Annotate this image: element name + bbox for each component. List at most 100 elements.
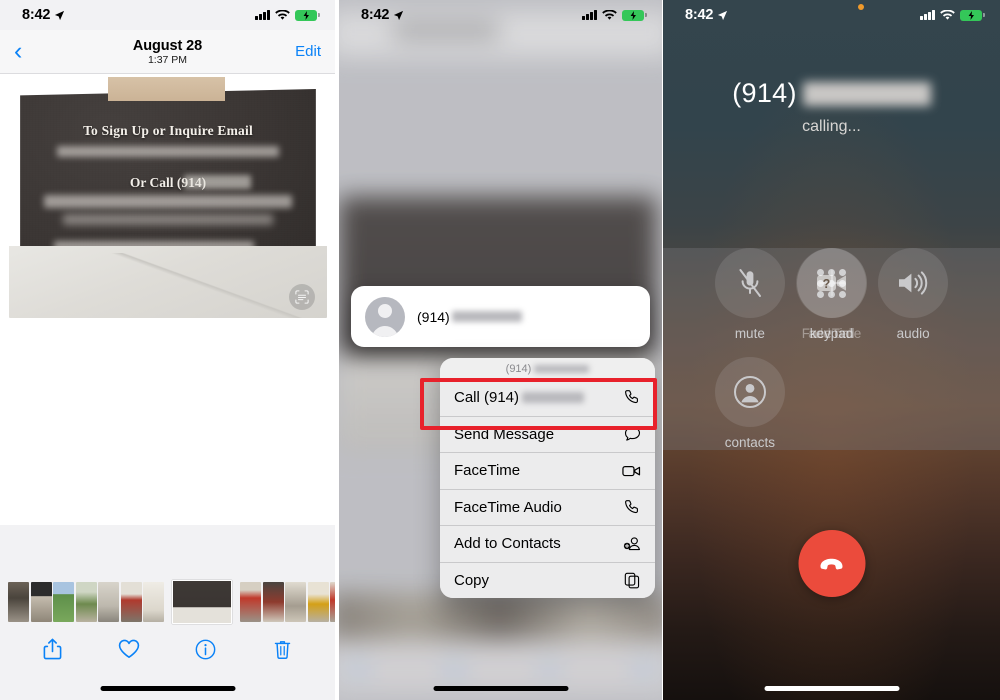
status-time: 8:42	[685, 7, 714, 23]
contact-preview-card[interactable]: (914)	[351, 286, 650, 347]
battery-charging-icon	[960, 9, 985, 21]
menu-item-label: FaceTime	[454, 462, 521, 480]
redacted-number	[522, 392, 585, 404]
sign-text-line-1: To Sign Up or Inquire Email	[83, 122, 253, 138]
person-avatar-icon	[365, 296, 405, 337]
battery-charging-icon	[295, 9, 320, 21]
video-camera-icon	[621, 464, 641, 478]
thumbnail-item[interactable]	[120, 582, 142, 622]
page-title: August 28	[132, 37, 203, 54]
screenshot-stage: 8:42 ‹ August 28 1:37 PM Edit To Sign Up…	[0, 0, 1000, 700]
navigation-bar: ‹ August 28 1:37 PM Edit	[0, 30, 335, 74]
end-call-button[interactable]	[798, 530, 865, 597]
battery-charging-icon	[622, 9, 647, 21]
copy-icon	[621, 572, 641, 589]
svg-text:?: ?	[822, 277, 830, 291]
thumbnail-item[interactable]	[307, 582, 329, 622]
call-phone-number: (914)	[663, 78, 1000, 109]
avatar-body	[371, 325, 399, 337]
context-menu-header-area-code: (914)	[505, 362, 532, 375]
status-bar-time-group: 8:42	[685, 7, 728, 23]
wall-background	[9, 245, 327, 318]
phone-icon	[621, 499, 641, 516]
thumbnail-item[interactable]	[262, 582, 284, 622]
heart-icon[interactable]	[112, 632, 146, 666]
cellular-bars-icon	[255, 10, 270, 20]
redacted-number	[451, 311, 522, 322]
location-arrow-icon	[718, 10, 728, 20]
thumbnail-item[interactable]	[285, 582, 306, 622]
context-menu-header: (914)	[440, 358, 655, 379]
phone-panel-actions: 8:42 (914) (914) Call (914) Send Message…	[339, 0, 662, 700]
menu-item-facetime[interactable]: FaceTime	[440, 452, 655, 489]
status-bar-indicators	[582, 9, 647, 21]
sign-text-line-2: Or Call (914)	[129, 174, 207, 190]
menu-item-label: Copy	[454, 571, 490, 589]
context-menu: (914) Call (914) Send Message FaceTime F…	[440, 358, 655, 598]
photo-image[interactable]: To Sign Up or Inquire Email Or Call (914…	[9, 77, 327, 318]
redacted-number	[802, 81, 931, 106]
phone-icon	[621, 389, 641, 406]
home-indicator	[100, 686, 235, 691]
thumbnail-item[interactable]	[53, 582, 74, 622]
thumbnail-item[interactable]	[75, 582, 97, 622]
redacted-email-line	[56, 145, 280, 158]
redacted-number	[534, 364, 590, 373]
call-button-label: FaceTime	[801, 326, 862, 341]
menu-item-label-group: Call (914)	[454, 389, 621, 406]
phone-down-icon	[820, 558, 843, 569]
thumbnail-item-selected[interactable]	[172, 580, 232, 624]
page-subtitle: 1:37 PM	[147, 53, 188, 66]
call-button-facetime[interactable]: ? FaceTime	[663, 248, 1000, 450]
back-button[interactable]: ‹	[14, 39, 40, 64]
contact-area-code: (914)	[417, 308, 450, 325]
message-bubble-icon	[621, 426, 641, 442]
status-time: 8:42	[361, 7, 390, 23]
home-indicator	[433, 686, 568, 691]
redacted-line-3	[63, 214, 273, 225]
menu-item-label-group: FaceTime	[454, 462, 621, 479]
location-arrow-icon	[55, 10, 65, 20]
trash-icon[interactable]	[266, 632, 300, 666]
menu-item-label-group: Copy	[454, 572, 621, 589]
location-arrow-icon	[394, 10, 404, 20]
menu-item-copy[interactable]: Copy	[440, 561, 655, 598]
wifi-icon	[940, 9, 955, 20]
contact-phone-number: (914)	[417, 309, 522, 325]
wifi-icon	[275, 9, 290, 20]
sign-photo-content: To Sign Up or Inquire Email Or Call (914…	[9, 77, 327, 318]
status-bar: 8:42	[339, 0, 662, 30]
status-bar: 8:42	[663, 0, 1000, 30]
menu-item-send-message[interactable]: Send Message	[440, 415, 655, 452]
thumbnail-item[interactable]	[98, 582, 119, 622]
video-unavailable-icon: ?	[796, 248, 867, 318]
info-circle-icon[interactable]	[189, 632, 223, 666]
phone-panel-photos: 8:42 ‹ August 28 1:37 PM Edit To Sign Up…	[0, 0, 335, 700]
menu-item-call[interactable]: Call (914)	[440, 379, 655, 416]
thumbnail-item[interactable]	[143, 582, 164, 622]
call-controls-grid: mute keypad audio add call ? FaceTime co…	[663, 248, 1000, 450]
menu-item-label-group: Send Message	[454, 426, 621, 443]
call-status-text: calling...	[802, 118, 861, 135]
thumbnail-item[interactable]	[30, 582, 52, 622]
photo-toolbar	[0, 624, 335, 674]
live-text-scan-icon[interactable]	[289, 284, 315, 310]
share-icon[interactable]	[35, 632, 69, 666]
status-bar: 8:42	[0, 0, 335, 30]
thumbnail-item[interactable]	[330, 582, 335, 622]
thumbnail-item[interactable]	[8, 582, 29, 622]
cellular-bars-icon	[582, 10, 597, 20]
thumbnail-item[interactable]	[240, 582, 261, 622]
status-time: 8:42	[22, 7, 51, 23]
menu-item-add-to-contacts[interactable]: Add to Contacts	[440, 525, 655, 562]
redacted-line-2	[43, 195, 292, 208]
avatar-head	[378, 303, 392, 318]
menu-item-label-group: FaceTime Audio	[454, 499, 621, 516]
photo-viewer[interactable]: To Sign Up or Inquire Email Or Call (914…	[0, 74, 335, 525]
thumbnail-strip[interactable]	[0, 579, 335, 625]
menu-item-facetime-audio[interactable]: FaceTime Audio	[440, 488, 655, 525]
status-bar-indicators	[920, 9, 985, 21]
status-bar-indicators	[255, 9, 320, 21]
cellular-bars-icon	[920, 10, 935, 20]
edit-button[interactable]: Edit	[295, 43, 321, 60]
